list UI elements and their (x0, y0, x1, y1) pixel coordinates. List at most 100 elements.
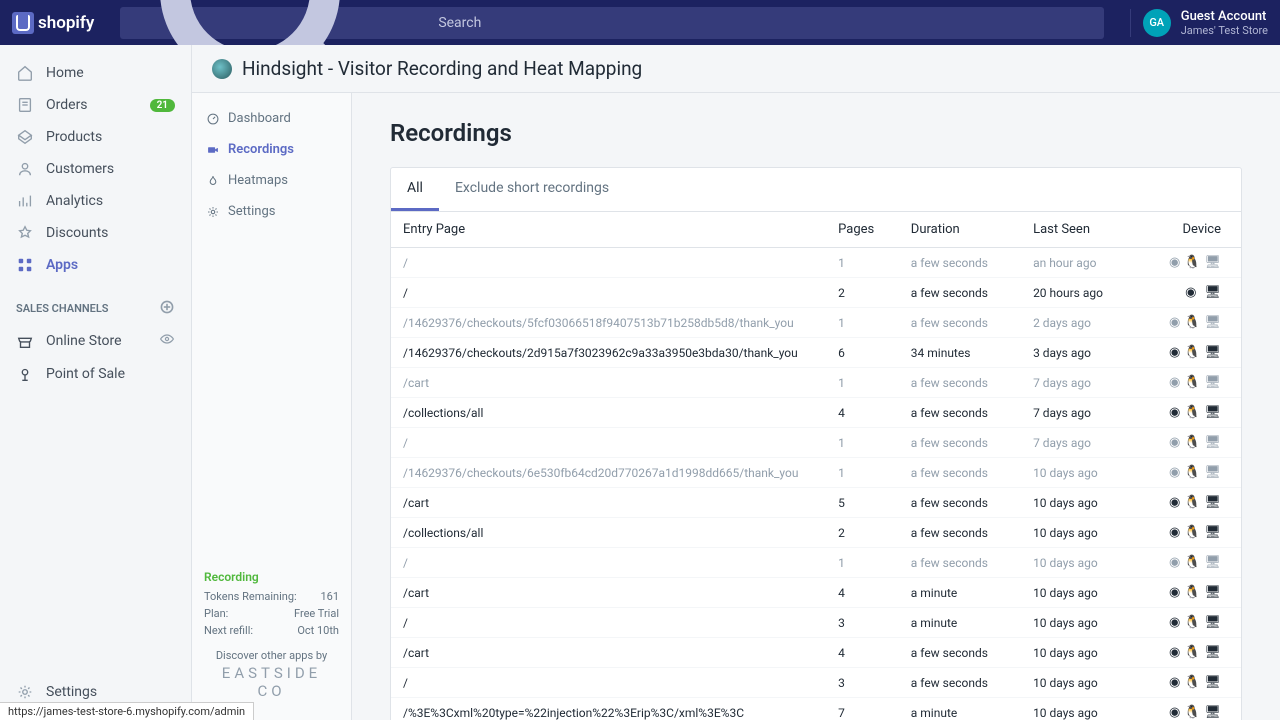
sidebar-item-orders[interactable]: Orders21 (0, 89, 191, 121)
desktop-icon: 🖥 (1204, 465, 1221, 480)
table-row[interactable]: /cart4a few seconds10 days ago◉🐧🖥 (391, 638, 1241, 668)
cell-pages: 1 (826, 548, 899, 578)
cell-entry: /%3E%3Cxml%20type=%22injection%22%3Erip%… (391, 698, 826, 720)
cell-duration: a few seconds (899, 458, 1021, 488)
table-row[interactable]: /3a minute10 days ago◉🐧🖥 (391, 608, 1241, 638)
cell-duration: 34 minutes (899, 338, 1021, 368)
col-entry-page[interactable]: Entry Page (391, 212, 826, 248)
cell-device: ◉🐧🖥 (1135, 608, 1241, 638)
tab-exclude-short-recordings[interactable]: Exclude short recordings (439, 168, 625, 211)
os-icon: 🐧 (1184, 465, 1200, 480)
table-row[interactable]: /3a few seconds10 days ago◉🐧🖥 (391, 668, 1241, 698)
pos-icon (16, 365, 34, 383)
table-row[interactable]: /cart4a minute10 days ago◉🐧🖥 (391, 578, 1241, 608)
desktop-icon: 🖥 (1204, 525, 1221, 540)
cell-seen: 3 days ago (1021, 338, 1134, 368)
search-field[interactable] (438, 15, 1093, 31)
cell-entry: /14629376/checkouts/6e530fb64cd20d770267… (391, 458, 826, 488)
sidebar-item-apps[interactable]: Apps (0, 249, 191, 281)
os-icon: 🐧 (1184, 675, 1200, 690)
os-icon: 🐧 (1184, 405, 1200, 420)
cell-pages: 5 (826, 488, 899, 518)
table-row[interactable]: /%3E%3Cxml%20type=%22injection%22%3Erip%… (391, 698, 1241, 720)
table-row[interactable]: /1a few seconds10 days ago◉🐧🖥 (391, 548, 1241, 578)
cell-device: ◉🐧🖥 (1135, 308, 1241, 338)
desktop-icon: 🖥 (1204, 285, 1221, 300)
sidebar-item-products[interactable]: Products (0, 121, 191, 153)
table-row[interactable]: /14629376/checkouts/6e530fb64cd20d770267… (391, 458, 1241, 488)
sidebar-item-discounts[interactable]: Discounts (0, 217, 191, 249)
channel-label: Point of Sale (46, 366, 125, 382)
add-channel-icon[interactable] (159, 299, 175, 318)
cell-seen: 10 days ago (1021, 488, 1134, 518)
chrome-icon: ◉ (1169, 405, 1180, 420)
desktop-icon: 🖥 (1204, 705, 1221, 720)
desktop-icon: 🖥 (1204, 675, 1221, 690)
analytics-icon (16, 192, 34, 210)
sidebar-item-customers[interactable]: Customers (0, 153, 191, 185)
heatmaps-icon (206, 174, 220, 188)
col-last-seen[interactable]: Last Seen (1021, 212, 1134, 248)
table-row[interactable]: /cart1a few seconds7 days ago◉🐧🖥 (391, 368, 1241, 398)
col-device[interactable]: Device (1135, 212, 1241, 248)
table-row[interactable]: /cart5a few seconds10 days ago◉🐧🖥 (391, 488, 1241, 518)
cell-seen: 20 hours ago (1021, 278, 1134, 308)
cell-entry: /cart (391, 638, 826, 668)
sidebar-item-label: Apps (46, 257, 78, 273)
cell-duration: a few seconds (899, 278, 1021, 308)
table-row[interactable]: /14629376/checkouts/2d915a7f3023962c9a33… (391, 338, 1241, 368)
app-nav-label: Heatmaps (228, 173, 288, 188)
table-row[interactable]: /14629376/checkouts/5fcf03066518f9407513… (391, 308, 1241, 338)
cell-entry: /14629376/checkouts/5fcf03066518f9407513… (391, 308, 826, 338)
cell-entry: / (391, 608, 826, 638)
chrome-icon: ◉ (1169, 615, 1180, 630)
channel-online-store[interactable]: Online Store (0, 324, 191, 358)
cell-pages: 3 (826, 668, 899, 698)
cell-entry: / (391, 248, 826, 278)
search-input[interactable] (120, 7, 1103, 39)
col-duration[interactable]: Duration (899, 212, 1021, 248)
os-icon: 🐧 (1184, 345, 1200, 360)
cell-pages: 7 (826, 698, 899, 720)
shopify-bag-icon (12, 12, 34, 34)
app-nav-settings[interactable]: Settings (192, 196, 351, 227)
col-pages[interactable]: Pages (826, 212, 899, 248)
cell-duration: a few seconds (899, 488, 1021, 518)
cell-duration: a few seconds (899, 308, 1021, 338)
cell-entry: / (391, 548, 826, 578)
cell-device: ◉🐧🖥 (1135, 368, 1241, 398)
account-menu[interactable]: GA Guest Account James' Test Store (1130, 9, 1268, 37)
recordings-table: Entry PagePagesDurationLast SeenDevice /… (391, 212, 1241, 720)
table-row[interactable]: /2a few seconds20 hours ago◉🖥 (391, 278, 1241, 308)
chrome-icon: ◉ (1169, 675, 1180, 690)
table-row[interactable]: /1a few seconds7 days ago◉🐧🖥 (391, 428, 1241, 458)
cell-seen: 10 days ago (1021, 638, 1134, 668)
sidebar-item-analytics[interactable]: Analytics (0, 185, 191, 217)
desktop-icon: 🖥 (1204, 555, 1221, 570)
eye-icon[interactable] (159, 331, 175, 351)
app-nav-recordings[interactable]: Recordings (192, 134, 351, 165)
cell-device: ◉🐧🖥 (1135, 248, 1241, 278)
sidebar: Home Orders21ProductsCustomersAnalyticsDi… (0, 45, 192, 720)
discounts-icon (16, 224, 34, 242)
app-nav-heatmaps[interactable]: Heatmaps (192, 165, 351, 196)
eastside-logo[interactable]: EASTSIDE CO (204, 664, 339, 700)
store-icon (16, 332, 34, 350)
sidebar-item-home[interactable]: Home (0, 57, 191, 89)
avatar: GA (1143, 9, 1171, 37)
app-nav-dashboard[interactable]: Dashboard (192, 103, 351, 134)
channel-point-of-sale[interactable]: Point of Sale (0, 358, 191, 390)
desktop-icon: 🖥 (1204, 645, 1221, 660)
tab-all[interactable]: All (391, 168, 439, 211)
table-row[interactable]: /1a few secondsan hour ago◉🐧🖥 (391, 248, 1241, 278)
logo[interactable]: shopify (12, 12, 94, 34)
table-row[interactable]: /collections/all4a few seconds7 days ago… (391, 398, 1241, 428)
cell-duration: a minute (899, 698, 1021, 720)
cell-pages: 2 (826, 278, 899, 308)
sidebar-item-label: Home (46, 65, 84, 81)
desktop-icon: 🖥 (1204, 405, 1221, 420)
cell-entry: /collections/all (391, 398, 826, 428)
topbar: shopify GA Guest Account James' Test Sto… (0, 0, 1280, 45)
apps-icon (16, 256, 34, 274)
table-row[interactable]: /collections/all2a few seconds10 days ag… (391, 518, 1241, 548)
